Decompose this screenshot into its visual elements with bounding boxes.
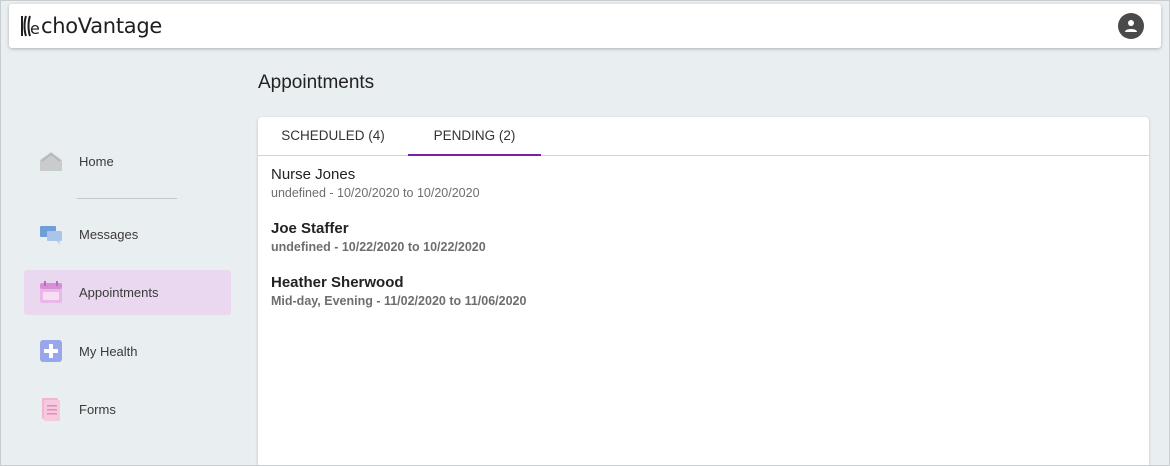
appointment-details: Mid-day, Evening - 11/02/2020 to 11/06/2…	[271, 294, 527, 308]
health-plus-icon	[40, 340, 62, 362]
sidebar-nav: Home Messages Appointments My Health For…	[1, 48, 241, 465]
page-title: Appointments	[258, 72, 375, 93]
appointment-provider: Nurse Jones	[271, 166, 356, 183]
list-item[interactable]: Nurse Jones undefined - 10/20/2020 to 10…	[271, 166, 480, 200]
appointment-provider: Joe Staffer	[271, 220, 349, 237]
sidebar-item-label: Appointments	[79, 285, 159, 300]
list-item[interactable]: Joe Staffer undefined - 10/22/2020 to 10…	[271, 220, 486, 254]
calendar-icon	[40, 281, 62, 303]
appointment-details: undefined - 10/20/2020 to 10/20/2020	[271, 186, 480, 200]
appointment-provider: Heather Sherwood	[271, 274, 404, 291]
sidebar-item-appointments[interactable]: Appointments	[24, 270, 231, 315]
svg-text:e: e	[30, 19, 40, 38]
sidebar-item-forms[interactable]: Forms	[24, 387, 231, 432]
tab-pending[interactable]: PENDING (2)	[408, 117, 541, 156]
sidebar-item-label: Messages	[79, 227, 139, 242]
sidebar-item-messages[interactable]: Messages	[24, 212, 231, 257]
appointments-card: SCHEDULED (4) PENDING (2) Nurse Jones un…	[258, 117, 1149, 465]
sidebar-divider	[77, 198, 177, 199]
sidebar-item-my-health[interactable]: My Health	[24, 329, 231, 374]
sidebar-item-label: Home	[79, 154, 114, 169]
app-window: e choVantage Home Messages Appointments …	[0, 0, 1170, 466]
sidebar-item-home[interactable]: Home	[24, 139, 231, 184]
tab-scheduled[interactable]: SCHEDULED (4)	[258, 117, 408, 155]
messages-icon	[40, 226, 62, 245]
forms-icon	[42, 398, 60, 421]
echovantage-logo[interactable]: e choVantage	[19, 12, 162, 40]
top-bar: e choVantage	[9, 4, 1161, 48]
appointment-tabs: SCHEDULED (4) PENDING (2)	[258, 117, 1149, 156]
sidebar-item-label: My Health	[79, 344, 138, 359]
logo-text: choVantage	[41, 14, 162, 38]
sidebar-item-label: Forms	[79, 402, 116, 417]
person-icon	[1125, 20, 1137, 32]
list-item[interactable]: Heather Sherwood Mid-day, Evening - 11/0…	[271, 274, 526, 308]
logo-mark-icon: e	[21, 15, 40, 38]
appointment-details: undefined - 10/22/2020 to 10/22/2020	[271, 240, 486, 254]
home-icon	[40, 152, 62, 171]
user-avatar-icon[interactable]	[1118, 13, 1144, 39]
